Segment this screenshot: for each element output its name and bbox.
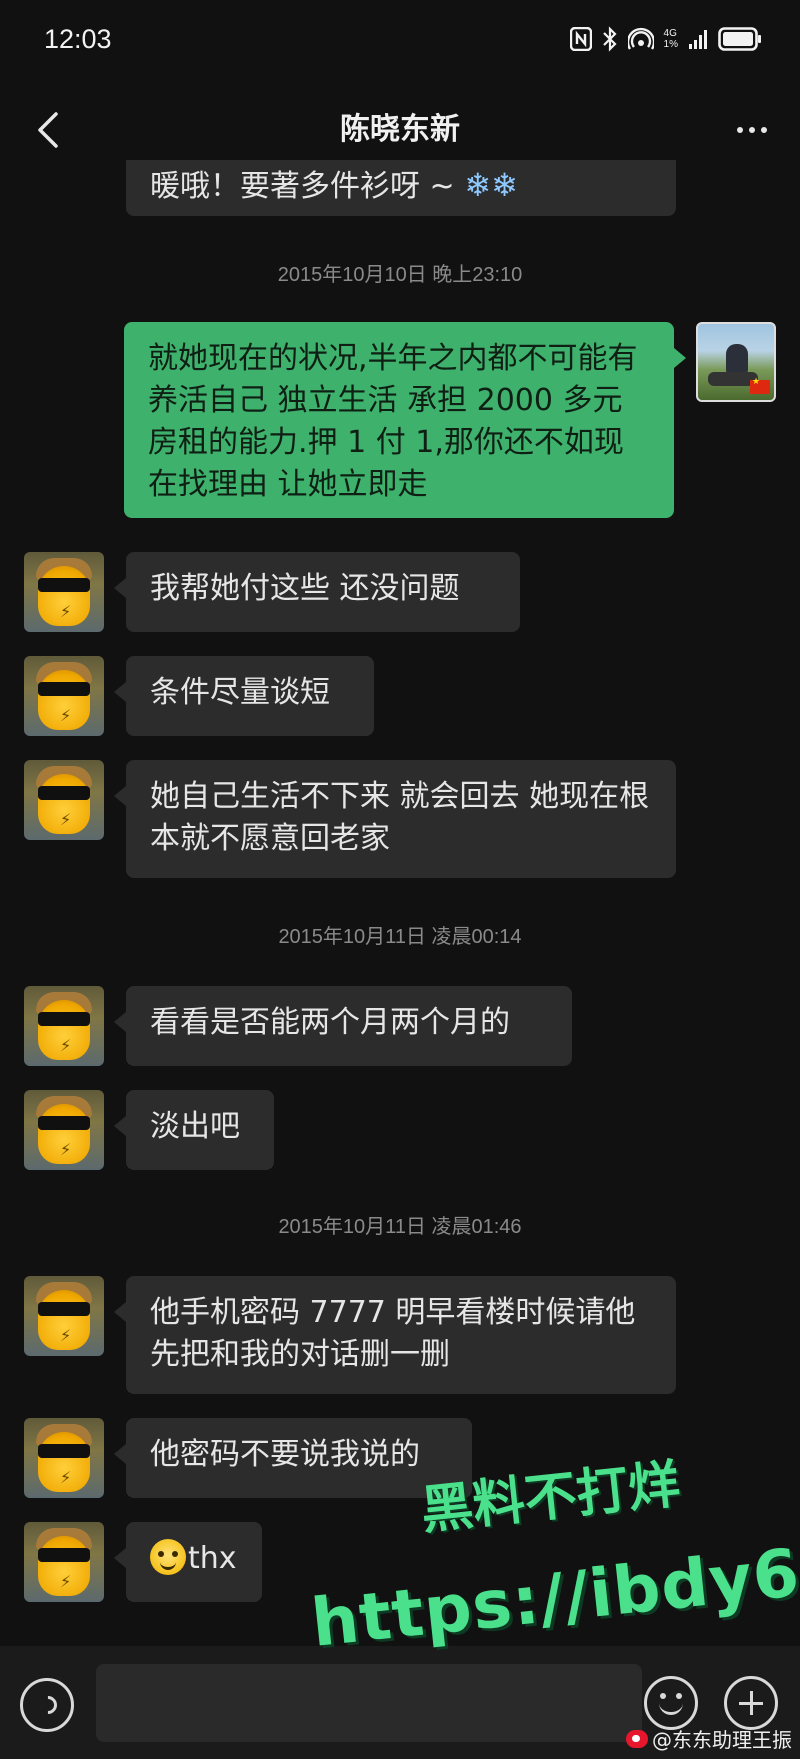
message-bubble[interactable]: 他手机密码 7777 明早看楼时候请他先把和我的对话删一删 (114, 1276, 676, 1394)
battery-icon (718, 27, 761, 51)
weibo-icon (626, 1729, 648, 1748)
chat-title: 陈晓东新 (340, 112, 460, 147)
message-bubble-outgoing[interactable]: 就她现在的状况,半年之内都不可能有养活自己 独立生活 承担 2000 多元房租的… (124, 322, 686, 518)
timestamp: 2015年10月10日 晚上23:10 (277, 264, 523, 286)
contact-avatar[interactable]: ⚡ (24, 1522, 104, 1602)
message-text: 就她现在的状况,半年之内都不可能有养活自己 独立生活 承担 2000 多元房租的… (148, 341, 638, 502)
self-avatar[interactable] (696, 322, 776, 402)
more-dot-icon (749, 127, 755, 133)
network-type-top: 4G (663, 28, 677, 39)
weibo-watermark: @东东助理王振 (626, 1724, 792, 1753)
snowflake-emoji: ❄❄ (464, 166, 518, 204)
message-bubble[interactable]: 看看是否能两个月两个月的 (114, 986, 572, 1066)
network-type-bottom: 1% (663, 39, 678, 50)
signal-icon (689, 30, 707, 49)
contact-avatar[interactable]: ⚡ (24, 656, 104, 736)
message-text: 他手机密码 7777 明早看楼时候请他先把和我的对话删一删 (150, 1295, 636, 1372)
chat-messages[interactable]: 暖哦！要著多件衫呀 ~ ❄❄ 2015年10月10日 晚上23:10 就她现在的… (0, 160, 800, 1645)
message-input[interactable] (96, 1664, 642, 1742)
timestamp: 2015年10月11日 凌晨00:14 (278, 926, 522, 948)
timestamp: 2015年10月11日 凌晨01:46 (278, 1216, 522, 1238)
contact-avatar[interactable]: ⚡ (24, 986, 104, 1066)
more-options-button[interactable] (724, 102, 780, 158)
message-bubble[interactable]: 暖哦！要著多件衫呀 ~ ❄❄ (126, 160, 676, 216)
message-text: 条件尽量谈短 (150, 675, 330, 710)
more-dot-icon (737, 127, 743, 133)
more-functions-button[interactable] (724, 1676, 778, 1730)
message-text: 暖哦！要著多件衫呀 ~ (150, 169, 465, 204)
contact-avatar[interactable]: ⚡ (24, 1418, 104, 1498)
message-text: 我帮她付这些 还没问题 (150, 571, 460, 606)
emoji-button[interactable] (644, 1676, 698, 1730)
message-bubble[interactable]: 她自己生活不下来 就会回去 她现在根本就不愿意回老家 (114, 760, 676, 878)
voice-input-button[interactable] (20, 1678, 74, 1732)
china-flag-icon (750, 377, 770, 394)
nfc-icon (569, 27, 592, 51)
contact-avatar[interactable]: ⚡ (24, 1090, 104, 1170)
message-text: 他密码不要说我说的 (150, 1437, 420, 1472)
contact-avatar[interactable]: ⚡ (24, 760, 104, 840)
message-bubble[interactable]: thx (114, 1522, 262, 1602)
weibo-handle: @东东助理王振 (652, 1728, 792, 1752)
message-text: 淡出吧 (150, 1109, 240, 1144)
message-text: 看看是否能两个月两个月的 (150, 1005, 510, 1040)
hotspot-icon (627, 27, 654, 50)
bluetooth-icon (602, 26, 617, 52)
smile-emoji-icon (150, 1539, 186, 1575)
status-icons: 4G 1% (569, 26, 762, 52)
contact-avatar[interactable]: ⚡ (24, 552, 104, 632)
status-bar: 12:03 4G 1% (0, 0, 800, 88)
message-text: 她自己生活不下来 就会回去 她现在根本就不愿意回老家 (150, 779, 650, 856)
message-bubble[interactable]: 我帮她付这些 还没问题 (114, 552, 520, 632)
message-bubble[interactable]: 条件尽量谈短 (114, 656, 374, 736)
more-dot-icon (761, 127, 767, 133)
contact-avatar[interactable]: ⚡ (24, 1276, 104, 1356)
status-time: 12:03 (44, 24, 112, 54)
message-bubble[interactable]: 淡出吧 (114, 1090, 274, 1170)
message-text: thx (188, 1541, 237, 1576)
network-type: 4G 1% (664, 28, 678, 50)
